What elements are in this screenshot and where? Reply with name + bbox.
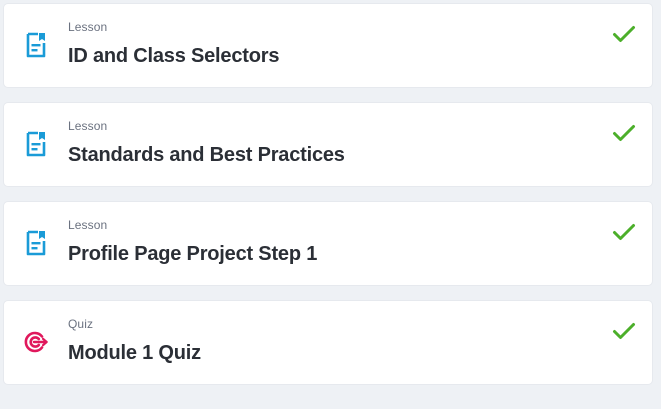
lesson-document-icon xyxy=(22,31,50,59)
item-kind-label: Lesson xyxy=(68,218,108,232)
quiz-target-icon xyxy=(22,328,50,356)
completed-check-icon xyxy=(612,22,636,46)
item-title[interactable]: Profile Page Project Step 1 xyxy=(68,243,317,266)
completed-check-icon xyxy=(612,121,636,145)
item-kind-label: Quiz xyxy=(68,317,94,331)
completed-check-icon xyxy=(612,319,636,343)
item-title[interactable]: Standards and Best Practices xyxy=(68,144,345,167)
list-item-lesson-id-class-selectors[interactable]: Lesson ID and Class Selectors xyxy=(4,4,652,87)
item-kind-label: Lesson xyxy=(68,20,108,34)
module-items-list: Lesson ID and Class Selectors Lesson Sta… xyxy=(4,4,652,400)
lesson-document-icon xyxy=(22,229,50,257)
lesson-document-icon xyxy=(22,130,50,158)
list-item-lesson-profile-page-project[interactable]: Lesson Profile Page Project Step 1 xyxy=(4,202,652,285)
list-item-lesson-standards-best-practices[interactable]: Lesson Standards and Best Practices xyxy=(4,103,652,186)
item-title[interactable]: Module 1 Quiz xyxy=(68,342,201,365)
list-item-quiz-module-1[interactable]: Quiz Module 1 Quiz xyxy=(4,301,652,384)
item-kind-label: Lesson xyxy=(68,119,108,133)
completed-check-icon xyxy=(612,220,636,244)
item-title[interactable]: ID and Class Selectors xyxy=(68,45,279,68)
